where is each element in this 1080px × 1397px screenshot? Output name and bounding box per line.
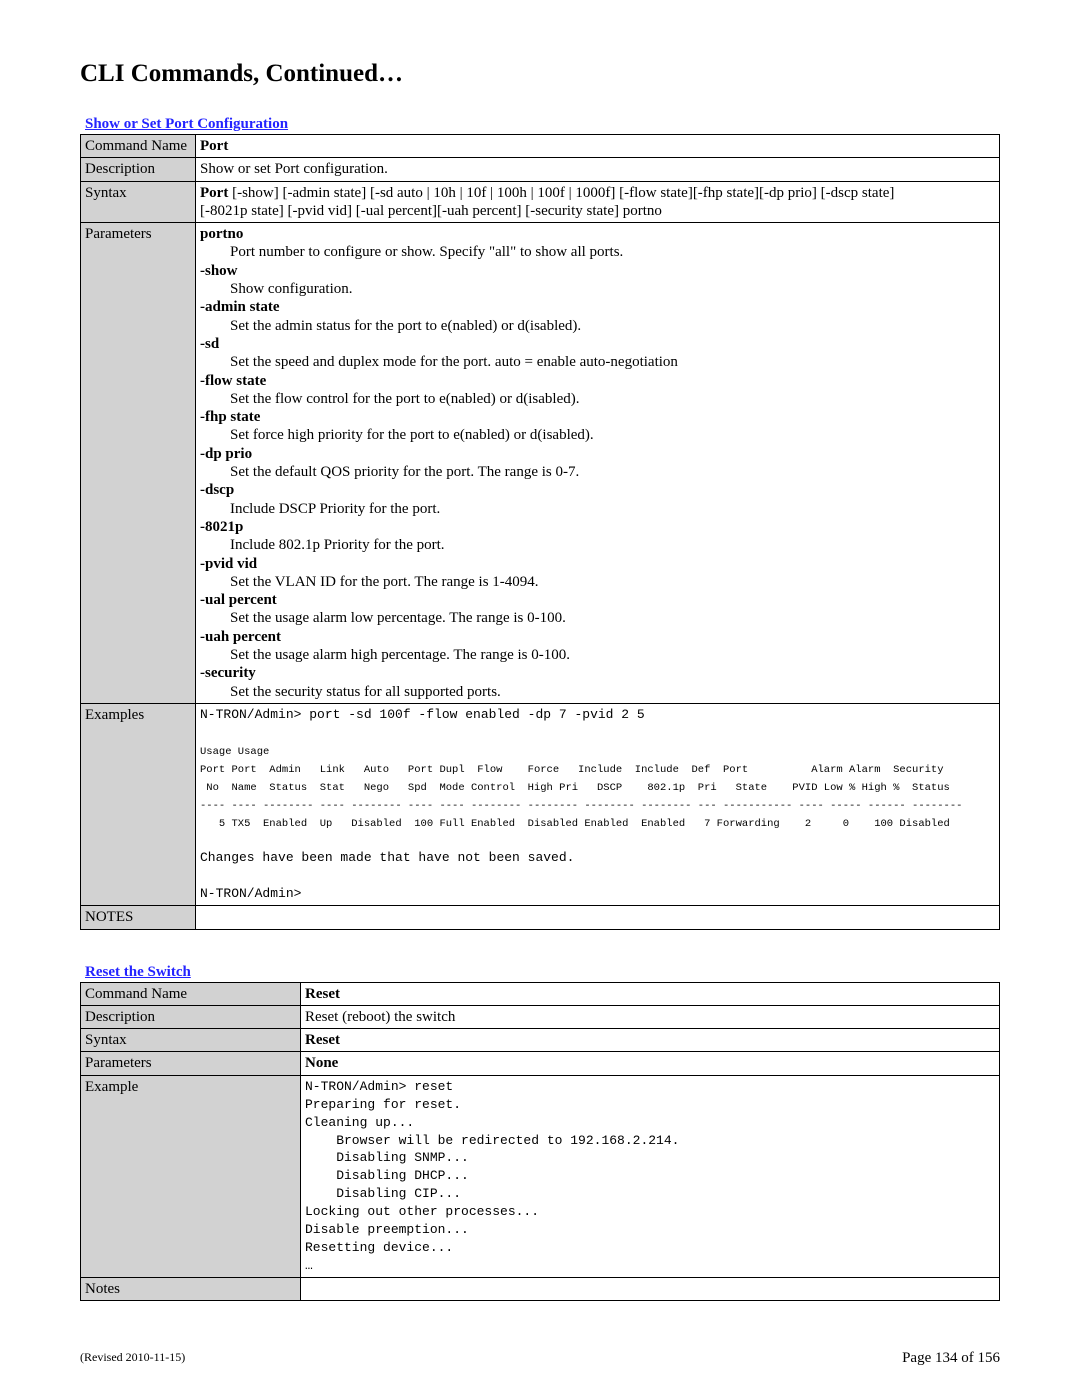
param-desc: Set the usage alarm high percentage. The… bbox=[200, 646, 995, 664]
table-row: Parameters None bbox=[81, 1052, 1000, 1075]
example-label: Example bbox=[81, 1075, 301, 1277]
param-name: -sd bbox=[200, 336, 219, 352]
param-name: -ual percent bbox=[200, 592, 277, 608]
param-name: -fhp state bbox=[200, 409, 260, 425]
param-desc: Set the flow control for the port to e(n… bbox=[200, 390, 995, 408]
section-reset-heading: Reset the Switch bbox=[85, 964, 1000, 981]
param-name: portno bbox=[200, 226, 243, 242]
page-title: CLI Commands, Continued… bbox=[80, 60, 1000, 88]
param-desc: Set the speed and duplex mode for the po… bbox=[200, 353, 995, 371]
param-name: -dp prio bbox=[200, 446, 252, 462]
description-value: Show or set Port configuration. bbox=[196, 158, 1000, 181]
notes-label: NOTES bbox=[81, 906, 196, 929]
table-row: Description Reset (reboot) the switch bbox=[81, 1005, 1000, 1028]
param-desc: Set force high priority for the port to … bbox=[200, 426, 995, 444]
page-number: Page 134 of 156 bbox=[902, 1350, 1000, 1367]
param-desc: Include 802.1p Priority for the port. bbox=[200, 536, 995, 554]
table-row: Examples N-TRON/Admin> port -sd 100f -fl… bbox=[81, 703, 1000, 905]
notes-value bbox=[301, 1278, 1000, 1301]
parameters-value: portnoPort number to configure or show. … bbox=[196, 223, 1000, 704]
param-desc: Set the default QOS priority for the por… bbox=[200, 463, 995, 481]
param-desc: Port number to configure or show. Specif… bbox=[200, 243, 995, 261]
syntax-cmd: Port bbox=[200, 185, 228, 201]
syntax-value: Port [-show] [-admin state] [-sd auto | … bbox=[196, 181, 1000, 223]
examples-value: N-TRON/Admin> port -sd 100f -flow enable… bbox=[196, 703, 1000, 905]
cmd-name-label: Command Name bbox=[81, 135, 196, 158]
reset-table: Command Name Reset Description Reset (re… bbox=[80, 982, 1000, 1302]
cmd-name-value: Reset bbox=[301, 982, 1000, 1005]
table-row: Syntax Port [-show] [-admin state] [-sd … bbox=[81, 181, 1000, 223]
table-row: Example N-TRON/Admin> reset Preparing fo… bbox=[81, 1075, 1000, 1277]
table-row: Syntax Reset bbox=[81, 1029, 1000, 1052]
table-row: Description Show or set Port configurati… bbox=[81, 158, 1000, 181]
table-row: Parameters portnoPort number to configur… bbox=[81, 223, 1000, 704]
description-label: Description bbox=[81, 1005, 301, 1028]
param-name: -admin state bbox=[200, 299, 280, 315]
example-value: N-TRON/Admin> reset Preparing for reset.… bbox=[301, 1075, 1000, 1277]
param-desc: Show configuration. bbox=[200, 280, 995, 298]
table-row: Command Name Reset bbox=[81, 982, 1000, 1005]
param-name: -dscp bbox=[200, 482, 234, 498]
syntax-label: Syntax bbox=[81, 1029, 301, 1052]
revised-date: (Revised 2010-11-15) bbox=[80, 1350, 185, 1367]
syntax-line1-rest: [-show] [-admin state] [-sd auto | 10h |… bbox=[228, 185, 894, 201]
param-desc: Set the admin status for the port to e(n… bbox=[200, 317, 995, 335]
table-row: NOTES bbox=[81, 906, 1000, 929]
table-row: Notes bbox=[81, 1278, 1000, 1301]
description-label: Description bbox=[81, 158, 196, 181]
param-name: -uah percent bbox=[200, 629, 281, 645]
example-block: N-TRON/Admin> port -sd 100f -flow enable… bbox=[200, 706, 995, 903]
param-desc: Include DSCP Priority for the port. bbox=[200, 500, 995, 518]
cmd-name-label: Command Name bbox=[81, 982, 301, 1005]
cmd-name-value: Port bbox=[196, 135, 1000, 158]
parameters-label: Parameters bbox=[81, 1052, 301, 1075]
param-name: -security bbox=[200, 665, 256, 681]
examples-label: Examples bbox=[81, 703, 196, 905]
parameters-value: None bbox=[301, 1052, 1000, 1075]
param-name: -8021p bbox=[200, 519, 243, 535]
port-config-table: Command Name Port Description Show or se… bbox=[80, 134, 1000, 930]
param-name: -show bbox=[200, 263, 238, 279]
description-value: Reset (reboot) the switch bbox=[301, 1005, 1000, 1028]
table-row: Command Name Port bbox=[81, 135, 1000, 158]
param-desc: Set the security status for all supporte… bbox=[200, 683, 995, 701]
param-name: -pvid vid bbox=[200, 556, 257, 572]
param-desc: Set the usage alarm low percentage. The … bbox=[200, 609, 995, 627]
notes-value bbox=[196, 906, 1000, 929]
param-desc: Set the VLAN ID for the port. The range … bbox=[200, 573, 995, 591]
page-footer: (Revised 2010-11-15) Page 134 of 156 bbox=[80, 1350, 1000, 1367]
parameters-label: Parameters bbox=[81, 223, 196, 704]
syntax-label: Syntax bbox=[81, 181, 196, 223]
section-port-config-heading: Show or Set Port Configuration bbox=[85, 116, 1000, 133]
notes-label: Notes bbox=[81, 1278, 301, 1301]
example-block: N-TRON/Admin> reset Preparing for reset.… bbox=[305, 1078, 995, 1275]
syntax-value: Reset bbox=[301, 1029, 1000, 1052]
param-name: -flow state bbox=[200, 373, 266, 389]
syntax-line2: [-8021p state] [-pvid vid] [-ual percent… bbox=[200, 203, 662, 219]
